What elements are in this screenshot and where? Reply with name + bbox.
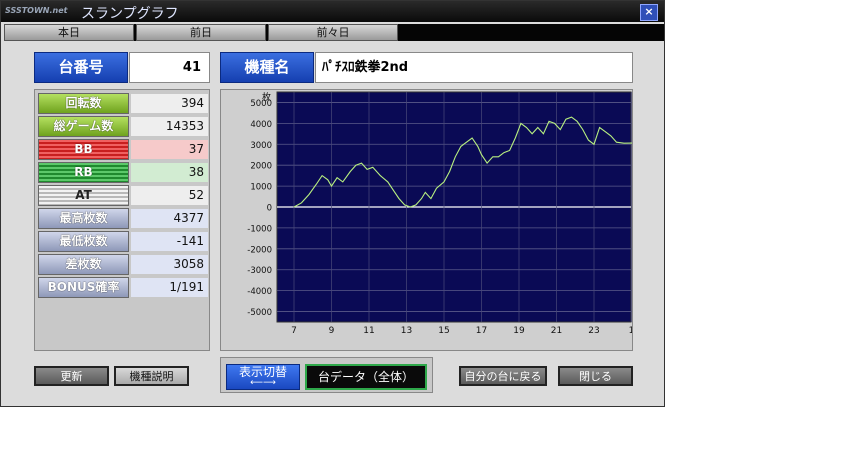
close-icon[interactable]: × [640,4,658,21]
slump-graph-panel: 5000 4000 3000 2000 1000 0 -1000 -2000 -3000 -400… [220,89,674,351]
machine-number-value: 41 [129,52,210,83]
title-bar[interactable]: SSSTOWN.net スランプグラフ × [1,1,664,22]
y-tick-label: -3000 [247,266,272,276]
stat-value: 37 [131,140,208,159]
x-tick-label: 13 [401,326,412,336]
display-switch-button[interactable]: 表示切替 ⟵⟶ [226,364,300,390]
x-tick-label: 17 [476,326,487,336]
stat-row: AT 52 [38,185,208,206]
stat-label: RB [38,162,129,183]
y-tick-label: 4000 [250,120,272,130]
stat-value: 4377 [131,209,208,228]
stat-value: -141 [131,232,208,251]
machine-name-value: ﾊﾟﾁｽﾛ鉄拳2nd [315,52,633,83]
machine-number-label: 台番号 [34,52,128,83]
switch-arrows-icon: ⟵⟶ [250,378,276,388]
stat-label: 回転数 [38,93,129,114]
site-logo: SSSTOWN.net [5,6,68,15]
x-tick-label: 9 [329,326,335,336]
y-tick-label: 3000 [250,141,272,151]
stat-value: 3058 [131,255,208,274]
data-mode-button[interactable]: 台データ（全体） [305,364,427,390]
stat-label: BB [38,139,129,160]
stat-value: 1/191 [131,278,208,297]
x-tick-label: 11 [363,326,374,336]
y-tick-label: -1000 [247,224,272,234]
stat-row: BB 37 [38,139,208,160]
y-tick-label: 2000 [250,162,272,172]
y-axis-unit: 枚 [262,91,271,103]
x-tick-label: 21 [551,326,562,336]
y-tick-label: -5000 [247,308,272,318]
stat-value: 52 [131,186,208,205]
tab-yesterday[interactable]: 前日 [136,24,266,41]
machine-name-label: 機種名 [220,52,314,83]
slump-graph-window: SSSTOWN.net スランプグラフ × 本日 前日 前々日 台番号 41 機… [0,0,674,407]
window-title: スランプグラフ [81,6,179,22]
back-to-seat-button[interactable]: 自分の台に戻る [459,366,547,386]
stat-row: BONUS確率 1/191 [38,277,208,298]
stat-row: 回転数 394 [38,93,208,114]
x-tick-label: 23 [588,326,599,336]
x-tick-label: 19 [513,326,525,336]
display-toggle-panel: 表示切替 ⟵⟶ 台データ（全体） [220,357,433,393]
stat-value: 394 [131,94,208,113]
stat-row: 最低枚数 -141 [38,231,208,252]
stat-row: 差枚数 3058 [38,254,208,275]
day-tabs: 本日 前日 前々日 [4,24,664,41]
y-tick-label: 1000 [250,183,272,193]
tab-today[interactable]: 本日 [4,24,134,41]
y-tick-label: -4000 [247,287,272,297]
y-tick-label: -2000 [247,245,272,255]
stat-value: 38 [131,163,208,182]
x-tick-label: 15 [438,326,449,336]
machine-info-button[interactable]: 機種説明 [114,366,189,386]
slump-chart: 500040003000200010000-1000-2000-3000-400… [247,91,673,350]
stat-label: BONUS確率 [38,277,129,298]
tab-two-days-ago[interactable]: 前々日 [268,24,398,41]
stat-row: 総ゲーム数 14353 [38,116,208,137]
x-tick-label: 1 [629,326,632,336]
refresh-button[interactable]: 更新 [34,366,109,386]
stat-label: 最高枚数 [38,208,129,229]
y-tick-label: 0 [267,204,272,214]
close-button[interactable]: 閉じる [558,366,633,386]
stat-label: 総ゲーム数 [38,116,129,137]
stat-label: 差枚数 [38,254,129,275]
stats-panel: 回転数 394 総ゲーム数 14353 BB 37 RB 38 AT 52 最高… [34,89,210,351]
stat-row: 最高枚数 4377 [38,208,208,229]
x-tick-label: 7 [291,326,297,336]
stat-label: 最低枚数 [38,231,129,252]
stat-value: 14353 [131,117,208,136]
stat-row: RB 38 [38,162,208,183]
stat-label: AT [38,185,129,206]
display-switch-label: 表示切替 [238,365,287,379]
